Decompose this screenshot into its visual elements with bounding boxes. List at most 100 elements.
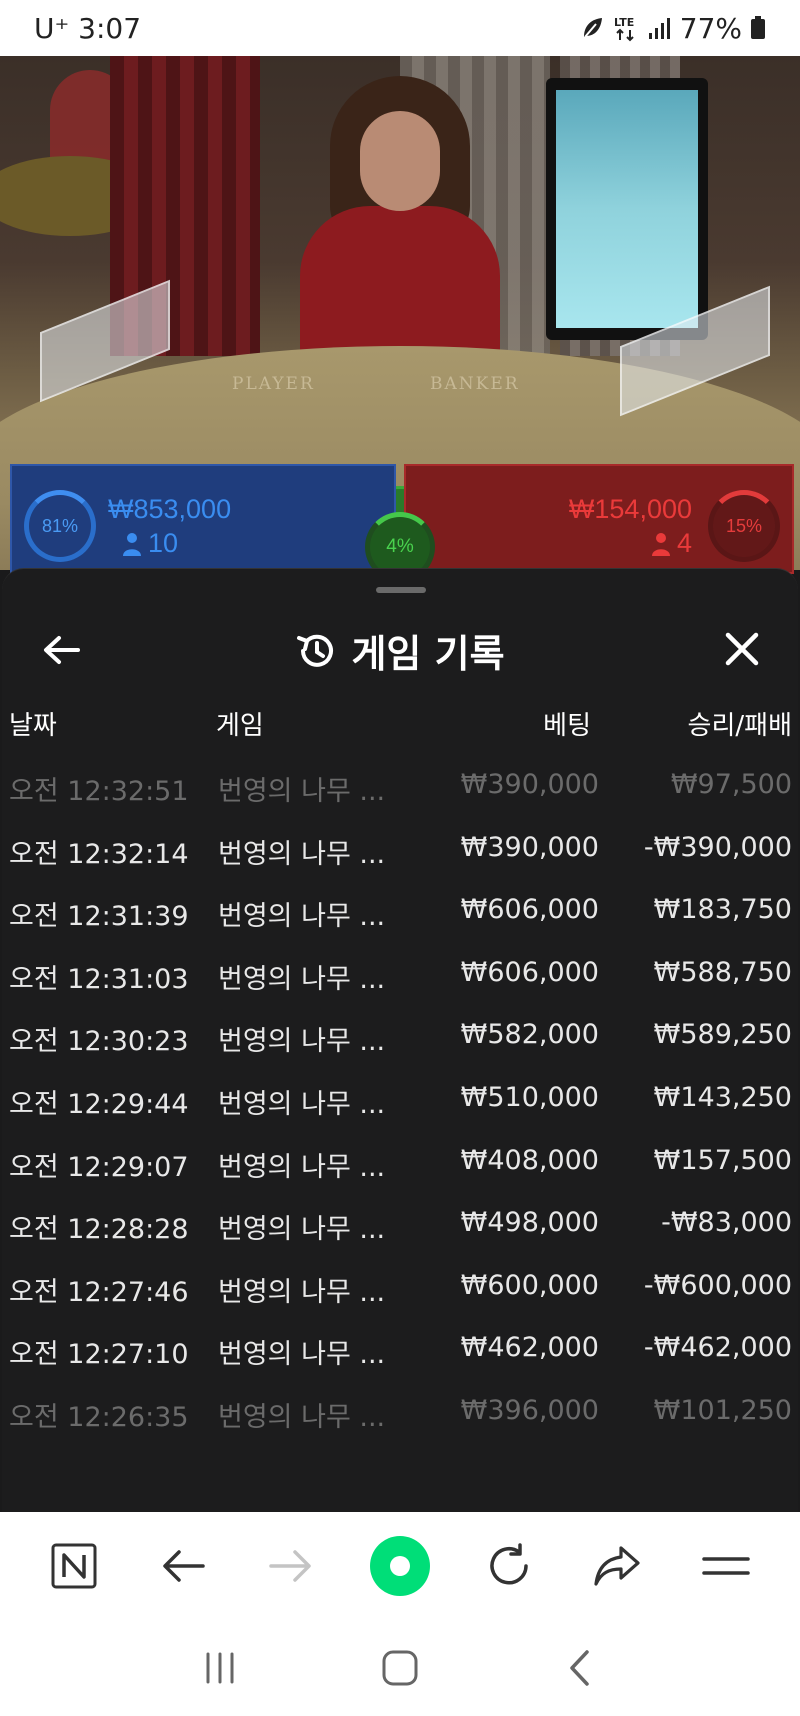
row-date: 오전 12:28:28 [9, 1214, 189, 1246]
lte-icon: LTE [614, 16, 634, 42]
sheet-title-group: 게임 기록 [2, 623, 798, 678]
row-bet: ₩498,000 [460, 1207, 599, 1239]
leaf-icon [583, 18, 602, 38]
row-result: ₩143,250 [653, 1081, 792, 1113]
history-list[interactable]: 오전 12:32:51 번영의 나무 ... ₩390,000 ₩97,500 … [2, 755, 798, 1444]
home-button[interactable] [370, 1638, 430, 1698]
row-date: 오전 12:31:39 [9, 901, 189, 933]
sheet-header: 게임 기록 [2, 609, 798, 689]
history-icon [297, 634, 334, 667]
table-row[interactable]: 오전 12:32:51 번영의 나무 ... ₩390,000 ₩97,500 [2, 755, 798, 818]
battery-icon [751, 16, 765, 39]
row-bet: ₩408,000 [460, 1144, 599, 1176]
table-row[interactable]: 오전 12:27:10 번영의 나무 ... ₩462,000 -₩462,00… [2, 1318, 798, 1381]
banker-bet-panel[interactable]: 15% ₩154,000 4 [404, 464, 794, 574]
forward-arrow-icon [269, 1550, 312, 1582]
signal-icon [648, 18, 670, 39]
person-icon [123, 532, 141, 556]
table-row[interactable]: 오전 12:26:35 번영의 나무 ... ₩396,000 ₩101,250 [2, 1381, 798, 1444]
row-result: ₩588,750 [653, 956, 792, 988]
recent-apps-button[interactable] [190, 1638, 250, 1698]
row-date: 오전 12:26:35 [9, 1401, 189, 1433]
row-game: 번영의 나무 ... [218, 776, 386, 807]
green-circle-icon [369, 1536, 430, 1596]
page-title: 게임 기록 [351, 632, 505, 676]
row-date: 오전 12:29:44 [9, 1088, 189, 1120]
row-bet: ₩582,000 [460, 1019, 599, 1051]
row-game: 번영의 나무 ... [218, 1151, 386, 1183]
player-bet-panel[interactable]: 81% ₩853,000 10 [10, 464, 396, 574]
row-result: ₩589,250 [653, 1019, 792, 1051]
column-header-game: 게임 [216, 711, 264, 741]
table-row[interactable]: 오전 12:30:23 번영의 나무 ... ₩582,000 ₩589,250 [2, 1005, 798, 1068]
banker-count-value: 4 [676, 528, 692, 558]
banker-amount: ₩154,000 [568, 494, 692, 524]
row-bet: ₩600,000 [460, 1269, 599, 1301]
back-icon [570, 1650, 589, 1686]
column-header-date: 날짜 [9, 711, 57, 741]
row-date: 오전 12:27:10 [9, 1339, 189, 1371]
home-icon [382, 1650, 418, 1686]
row-result: ₩97,500 [670, 769, 792, 800]
table-row[interactable]: 오전 12:32:14 번영의 나무 ... ₩390,000 -₩390,00… [2, 818, 798, 881]
share-icon [594, 1546, 640, 1586]
row-game: 번영의 나무 ... [218, 1276, 386, 1308]
browser-toolbar [0, 1512, 800, 1620]
row-game: 번영의 나무 ... [218, 963, 386, 995]
dealer [300, 76, 500, 386]
table-label-banker: BANKER [430, 374, 520, 394]
row-result: -₩83,000 [661, 1207, 792, 1239]
row-result: ₩101,250 [653, 1394, 792, 1426]
table-row[interactable]: 오전 12:31:39 번영의 나무 ... ₩606,000 ₩183,750 [2, 880, 798, 943]
table-row[interactable]: 오전 12:28:28 번영의 나무 ... ₩498,000 -₩83,000 [2, 1193, 798, 1256]
table-row[interactable]: 오전 12:27:46 번영의 나무 ... ₩600,000 -₩600,00… [2, 1256, 798, 1319]
banker-count: 4 [651, 528, 692, 559]
sheet-drag-handle[interactable] [376, 587, 426, 593]
battery-percent: 77% [679, 11, 742, 45]
row-game: 번영의 나무 ... [218, 1088, 386, 1120]
menu-icon [701, 1557, 750, 1575]
row-game: 번영의 나무 ... [218, 901, 386, 933]
row-bet: ₩390,000 [460, 831, 599, 863]
naver-home-button[interactable] [42, 1534, 106, 1598]
system-nav-bar [0, 1620, 800, 1716]
game-history-sheet: 게임 기록 날짜 게임 베팅 승리/패배 오전 12:32:51 번영의 나무 … [2, 568, 798, 1512]
row-date: 오전 12:32:14 [9, 838, 189, 870]
row-bet: ₩396,000 [460, 1394, 599, 1426]
close-button[interactable] [718, 625, 766, 673]
table-row[interactable]: 오전 12:31:03 번영의 나무 ... ₩606,000 ₩588,750 [2, 943, 798, 1006]
row-date: 오전 12:32:51 [9, 776, 189, 807]
row-bet: ₩510,000 [460, 1081, 599, 1113]
row-result: -₩390,000 [643, 831, 792, 863]
browser-back-button[interactable] [151, 1534, 215, 1598]
browser-forward-button[interactable] [259, 1534, 323, 1598]
table-row[interactable]: 오전 12:29:44 번영의 나무 ... ₩510,000 ₩143,250 [2, 1068, 798, 1131]
row-date: 오전 12:27:46 [9, 1276, 189, 1308]
column-header-result: 승리/패배 [687, 711, 792, 741]
row-game: 번영의 나무 ... [218, 838, 386, 870]
status-icons: LTE 77% [580, 12, 766, 45]
menu-button[interactable] [694, 1534, 758, 1598]
row-result: ₩157,500 [653, 1144, 792, 1176]
recent-apps-icon [206, 1652, 234, 1684]
banker-percent: 15% [725, 515, 763, 536]
back-arrow-icon [163, 1550, 205, 1582]
row-date: 오전 12:29:07 [9, 1151, 189, 1183]
naver-home-icon [51, 1543, 97, 1589]
player-percent-ring: 81% [24, 490, 96, 562]
person-icon [651, 532, 670, 556]
player-count-value: 10 [148, 528, 179, 558]
refresh-icon [489, 1543, 528, 1585]
row-game: 번영의 나무 ... [218, 1401, 386, 1433]
table-header: 날짜 게임 베팅 승리/패배 [2, 697, 798, 747]
table-row[interactable]: 오전 12:29:07 번영의 나무 ... ₩408,000 ₩157,500 [2, 1131, 798, 1194]
row-date: 오전 12:31:03 [9, 963, 189, 995]
row-bet: ₩606,000 [460, 956, 599, 988]
refresh-button[interactable] [477, 1534, 541, 1598]
status-bar: U⁺ 3:07 LTE 77% [0, 0, 800, 56]
system-back-button[interactable] [550, 1638, 610, 1698]
share-button[interactable] [585, 1534, 649, 1598]
green-dot-button[interactable] [368, 1534, 432, 1598]
table-label-player: PLAYER [232, 374, 315, 394]
carrier-time: U⁺ 3:07 [34, 11, 142, 45]
